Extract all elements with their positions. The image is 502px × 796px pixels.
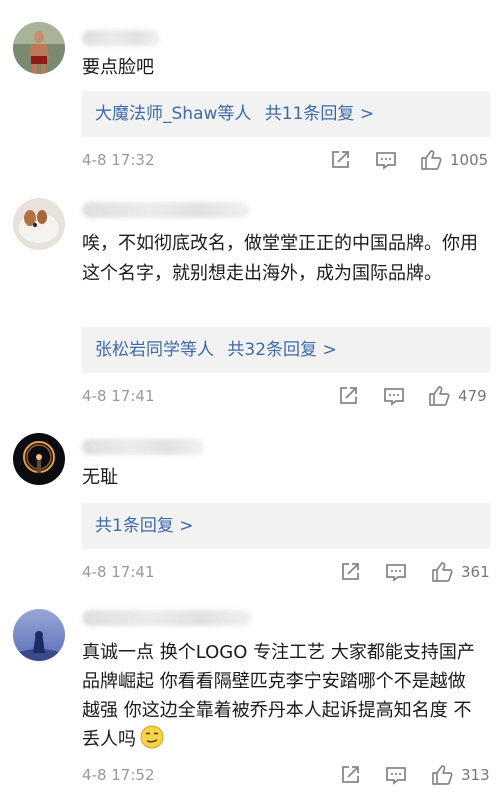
share-icon[interactable] [329, 149, 351, 171]
comment-text: 唉，不如彻底改名，做堂堂正正的中国品牌。你用这个名字，就别想走出海外，成为国际品… [82, 233, 478, 284]
avatar[interactable] [13, 22, 65, 74]
comment-item: 唉，不如彻底改名，做堂堂正正的中国品牌。你用这个名字，就别想走出海外，成为国际品… [0, 186, 502, 421]
avatar[interactable] [13, 433, 65, 485]
avatar[interactable] [13, 198, 65, 250]
comment-time: 4-8 17:41 [82, 387, 155, 405]
comment-time: 4-8 17:41 [82, 563, 155, 581]
username-blurred[interactable] [82, 610, 252, 626]
comment-text: 真诚一点 换个LOGO 专注工艺 大家都能支持国产品牌崛起 你看看隔壁匹克李宁安… [82, 638, 482, 754]
username-blurred[interactable] [82, 202, 250, 218]
comment-text: 要点脸吧 [82, 57, 154, 78]
username-blurred[interactable] [82, 30, 160, 46]
share-icon[interactable] [339, 561, 361, 583]
thumbs-up-icon[interactable] [431, 561, 453, 583]
avatar[interactable] [13, 609, 65, 661]
comment-icon[interactable] [375, 149, 397, 171]
reply-summary[interactable]: 大魔法师_Shaw等人 共11条回复 > [82, 91, 490, 137]
reply-suffix: 等人 [180, 340, 214, 360]
like-count: 361 [461, 563, 490, 581]
thumbs-up-icon[interactable] [420, 149, 442, 171]
comment-meta: 4-8 17:41 479 [82, 385, 490, 409]
like-count: 313 [461, 766, 490, 784]
username-blurred[interactable] [82, 439, 204, 455]
reply-count[interactable]: 共32条回复 > [227, 340, 336, 360]
comment-text: 无耻 [82, 467, 118, 488]
comment-time: 4-8 17:52 [82, 766, 155, 784]
comment-icon[interactable] [385, 561, 407, 583]
thumbs-up-icon[interactable] [428, 385, 450, 407]
like-count: 479 [458, 387, 487, 405]
comment-icon[interactable] [383, 385, 405, 407]
like-count: 1005 [450, 151, 489, 169]
reply-count[interactable]: 共11条回复 > [265, 104, 374, 124]
reply-users[interactable]: 张松岩同学 [95, 340, 180, 360]
reply-users[interactable]: 大魔法师_Shaw [95, 104, 217, 124]
comment-icon[interactable] [385, 764, 407, 786]
comment-time: 4-8 17:32 [82, 151, 155, 169]
comment-item: 真诚一点 换个LOGO 专注工艺 大家都能支持国产品牌崛起 你看看隔壁匹克李宁安… [0, 597, 502, 796]
smirk-emoji [140, 725, 164, 749]
reply-summary[interactable]: 共1条回复 > [82, 503, 490, 549]
share-icon[interactable] [339, 764, 361, 786]
reply-suffix: 等人 [217, 104, 252, 124]
reply-summary[interactable]: 张松岩同学等人 共32条回复 > [82, 327, 490, 373]
comment-item: 要点脸吧 大魔法师_Shaw等人 共11条回复 > 4-8 17:32 1005 [0, 0, 502, 186]
comment-meta: 4-8 17:32 1005 [82, 149, 490, 173]
share-icon[interactable] [337, 385, 359, 407]
comment-meta: 4-8 17:41 361 [82, 561, 490, 585]
comment-item: 无耻 共1条回复 > 4-8 17:41 361 [0, 421, 502, 597]
reply-count[interactable]: 共1条回复 > [95, 516, 193, 536]
comment-meta: 4-8 17:52 313 [82, 764, 490, 788]
thumbs-up-icon[interactable] [431, 764, 453, 786]
